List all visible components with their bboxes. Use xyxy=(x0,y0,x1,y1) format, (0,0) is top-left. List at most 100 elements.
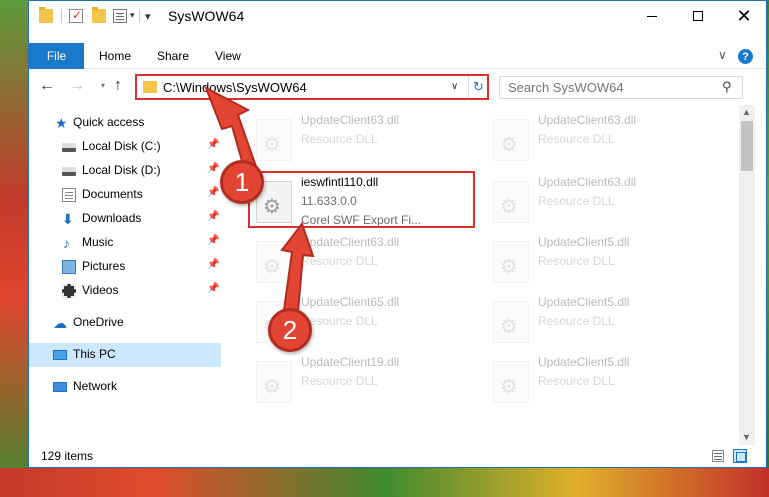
file-type: Resource DLL xyxy=(301,132,378,146)
file-type: Resource DLL xyxy=(538,132,615,146)
sidebar-item-network[interactable]: Network xyxy=(29,375,221,399)
sidebar-item-label: Music xyxy=(82,235,114,249)
search-input[interactable] xyxy=(508,80,708,95)
sidebar-item-label: OneDrive xyxy=(73,315,124,329)
pin-icon[interactable]: 📌 xyxy=(207,259,219,270)
sidebar-item-downloads[interactable]: ⬇ Downloads 📌 xyxy=(29,207,221,231)
sidebar-item-label: Pictures xyxy=(82,259,126,273)
address-dropdown-icon[interactable]: ∨ xyxy=(451,81,458,92)
sidebar-item-label: Downloads xyxy=(82,211,142,225)
folder-icon xyxy=(143,81,157,93)
properties-check-icon[interactable] xyxy=(69,8,83,23)
dll-file-icon xyxy=(493,181,529,223)
file-name: UpdateClient5.dll xyxy=(538,355,630,369)
pin-icon[interactable]: 📌 xyxy=(207,211,219,222)
up-arrow-icon[interactable]: ↑ xyxy=(114,77,122,95)
navigation-pane: ★ Quick access Local Disk (C:) 📌 Local D… xyxy=(29,107,221,437)
drive-icon xyxy=(62,167,76,176)
pin-icon[interactable]: 📌 xyxy=(207,235,219,246)
rename-icon[interactable] xyxy=(113,9,127,23)
file-type: Resource DLL xyxy=(538,374,615,388)
recent-locations-icon[interactable]: ▾ xyxy=(101,81,105,90)
dll-file-icon xyxy=(493,241,529,283)
dll-file-icon xyxy=(256,361,292,403)
forward-arrow-icon[interactable]: → xyxy=(69,77,85,95)
star-icon: ★ xyxy=(55,115,68,131)
list-item[interactable]: UpdateClient63.dll Resource DLL xyxy=(250,233,480,291)
scroll-down-icon[interactable]: ▼ xyxy=(742,432,751,442)
new-folder-icon[interactable] xyxy=(92,7,106,23)
close-button[interactable]: ✕ xyxy=(721,1,767,31)
file-type: Resource DLL xyxy=(538,314,615,328)
pin-icon[interactable]: 📌 xyxy=(207,139,219,150)
list-item[interactable]: UpdateClient63.dll Resource DLL xyxy=(487,111,717,169)
scroll-up-icon[interactable]: ▲ xyxy=(742,107,751,117)
computer-icon xyxy=(53,350,67,360)
dll-file-icon xyxy=(256,119,292,161)
refresh-icon[interactable]: ↻ xyxy=(468,76,488,98)
help-icon[interactable]: ? xyxy=(738,49,753,64)
sidebar-item-documents[interactable]: Documents 📌 xyxy=(29,183,221,207)
highlight-box xyxy=(248,171,475,228)
sidebar-item-pictures[interactable]: Pictures 📌 xyxy=(29,255,221,279)
sidebar-item-music[interactable]: ♪ Music 📌 xyxy=(29,231,221,255)
address-path[interactable]: C:\Windows\SysWOW64 xyxy=(163,80,307,95)
search-box[interactable]: ⚲ xyxy=(499,76,743,99)
pin-icon[interactable]: 📌 xyxy=(207,187,219,198)
explorer-window: ▾ ▾ SysWOW64 ✕ File Home Share View ∨ ? … xyxy=(28,0,767,468)
tab-view[interactable]: View xyxy=(215,49,241,63)
tab-file[interactable]: File xyxy=(29,43,84,69)
minimize-button[interactable] xyxy=(629,1,675,31)
step-badge-1: 1 xyxy=(220,160,264,204)
file-name: UpdateClient19.dll xyxy=(301,355,400,369)
file-type: Resource DLL xyxy=(301,314,378,328)
back-arrow-icon[interactable]: ← xyxy=(39,77,55,95)
dll-file-icon xyxy=(493,301,529,343)
file-name: UpdateClient5.dll xyxy=(538,295,630,309)
sidebar-item-quick-access[interactable]: ★ Quick access xyxy=(29,111,221,135)
drive-icon xyxy=(62,143,76,152)
tab-home[interactable]: Home xyxy=(99,49,131,63)
list-item[interactable]: UpdateClient5.dll Resource DLL xyxy=(487,233,717,291)
search-icon[interactable]: ⚲ xyxy=(722,79,732,95)
title-bar: ▾ ▾ SysWOW64 ✕ xyxy=(29,1,766,32)
pin-icon[interactable]: 📌 xyxy=(207,163,219,174)
large-icons-view-icon[interactable] xyxy=(733,449,747,463)
folder-icon xyxy=(39,7,53,23)
list-item[interactable]: UpdateClient63.dll Resource DLL xyxy=(487,173,717,231)
pin-icon[interactable]: 📌 xyxy=(207,283,219,294)
close-icon: ✕ xyxy=(736,5,752,26)
sidebar-item-this-pc[interactable]: This PC xyxy=(29,343,221,367)
list-item[interactable]: UpdateClient63.dll Resource DLL xyxy=(250,111,480,169)
toolbar-separator xyxy=(139,9,140,23)
desktop-background-bottom xyxy=(0,468,769,497)
scroll-thumb[interactable] xyxy=(741,121,753,171)
list-item[interactable]: UpdateClient5.dll Resource DLL xyxy=(487,353,717,411)
sidebar-item-local-disk-d[interactable]: Local Disk (D:) 📌 xyxy=(29,159,221,183)
details-view-icon[interactable] xyxy=(712,450,724,462)
pictures-icon xyxy=(62,260,76,274)
maximize-button[interactable] xyxy=(675,1,721,31)
file-type: Resource DLL xyxy=(538,194,615,208)
file-name: UpdateClient63.dll xyxy=(538,113,637,127)
file-list: UpdateClient63.dll Resource DLL UpdateCl… xyxy=(225,105,739,435)
sidebar-item-local-disk-c[interactable]: Local Disk (C:) 📌 xyxy=(29,135,221,159)
file-name: UpdateClient65.dll xyxy=(301,295,400,309)
sidebar-item-videos[interactable]: Videos 📌 xyxy=(29,279,221,303)
toolbar-separator xyxy=(61,9,62,23)
customize-toolbar-icon[interactable]: ▾ xyxy=(145,10,151,23)
sidebar-item-label: This PC xyxy=(73,347,116,361)
tab-share[interactable]: Share xyxy=(157,49,189,63)
sidebar-item-label: Videos xyxy=(82,283,119,297)
address-bar[interactable]: C:\Windows\SysWOW64 ∨ ↻ xyxy=(135,74,489,100)
download-icon: ⬇ xyxy=(62,211,74,227)
list-item[interactable]: UpdateClient19.dll Resource DLL xyxy=(250,353,480,411)
maximize-icon xyxy=(693,11,703,21)
file-name: UpdateClient5.dll xyxy=(538,235,630,249)
list-item[interactable]: UpdateClient5.dll Resource DLL xyxy=(487,293,717,351)
expand-ribbon-icon[interactable]: ∨ xyxy=(718,48,727,62)
vertical-scrollbar[interactable]: ▲ ▼ xyxy=(739,105,755,445)
sidebar-item-onedrive[interactable]: ☁ OneDrive xyxy=(29,311,221,335)
qa-chevron-icon[interactable]: ▾ xyxy=(130,10,135,21)
file-type: Resource DLL xyxy=(301,374,378,388)
